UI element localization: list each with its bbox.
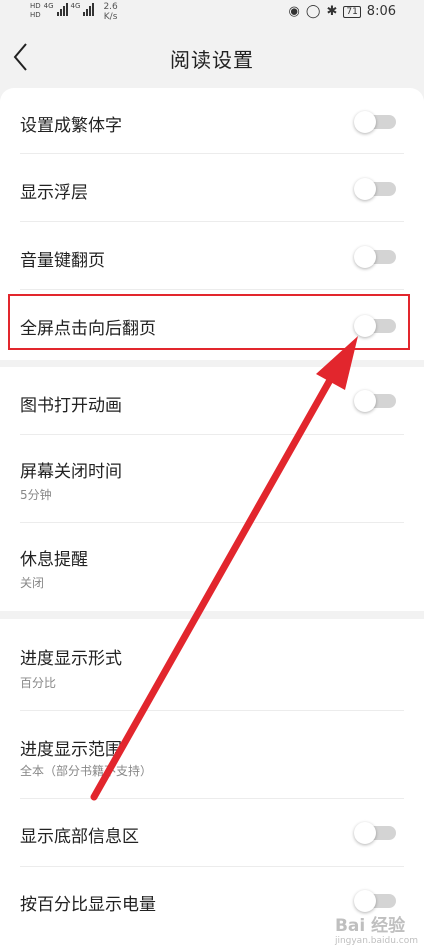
setting-row-overlay[interactable]: 显示浮层 (0, 154, 424, 222)
setting-label: 显示底部信息区 (20, 827, 139, 847)
setting-label: 全屏点击向后翻页 (20, 319, 156, 339)
network-speed: 2.6 K/s (103, 2, 118, 22)
setting-label: 进度显示范围 (20, 740, 122, 760)
page-title: 阅读设置 (170, 48, 254, 72)
toggle-switch[interactable] (354, 390, 396, 412)
status-bar: HD HD 4G 4G 2.6 K/s ◉ ◯ ✱ 71 8:06 (0, 0, 424, 26)
setting-label: 显示浮层 (20, 183, 88, 203)
setting-label: 休息提醒 (20, 550, 88, 570)
setting-row-progress-range[interactable]: 进度显示范围 全本（部分书籍不支持） (0, 711, 424, 799)
setting-row-progress-format[interactable]: 进度显示形式 百分比 (0, 619, 424, 711)
toggle-switch[interactable] (354, 315, 396, 337)
setting-row-traditional[interactable]: 设置成繁体字 (0, 88, 424, 154)
settings-group-3: 进度显示形式 百分比 进度显示范围 全本（部分书籍不支持） 显示底部信息区 按百… (0, 619, 424, 950)
watermark-url: jingyan.baidu.com (334, 936, 418, 946)
setting-row-bottom-info[interactable]: 显示底部信息区 (0, 799, 424, 867)
setting-value: 全本（部分书籍不支持） (20, 764, 153, 778)
toggle-switch[interactable] (354, 246, 396, 268)
hd-badge-2: HD (30, 11, 41, 19)
setting-label: 音量键翻页 (20, 251, 105, 271)
alarm-icon: ◯ (305, 4, 321, 19)
setting-row-fullscreen-tap[interactable]: 全屏点击向后翻页 (0, 290, 424, 360)
hd-badge-1: HD (30, 2, 41, 10)
bluetooth-icon: ✱ (326, 4, 338, 19)
toggle-switch[interactable] (354, 890, 396, 912)
network-type-2: 4G (70, 2, 81, 10)
clock-time: 8:06 (366, 4, 396, 19)
setting-label: 屏幕关闭时间 (20, 462, 122, 482)
setting-row-volume-key[interactable]: 音量键翻页 (0, 222, 424, 290)
status-right: ◉ ◯ ✱ 71 8:06 (289, 4, 396, 19)
signal-icon-2 (83, 2, 95, 16)
setting-value: 关闭 (20, 576, 45, 590)
network-type-1: 4G (43, 2, 54, 10)
eye-icon: ◉ (288, 4, 300, 19)
setting-label: 设置成繁体字 (20, 116, 122, 136)
setting-label: 进度显示形式 (20, 649, 122, 669)
battery-icon: 71 (343, 5, 361, 18)
setting-row-screen-timeout[interactable]: 屏幕关闭时间 5分钟 (0, 435, 424, 523)
signal-icon-1 (56, 2, 68, 16)
setting-value: 5分钟 (20, 488, 52, 502)
setting-label: 图书打开动画 (20, 396, 122, 416)
setting-label: 按百分比显示电量 (20, 895, 156, 915)
toggle-switch[interactable] (354, 822, 396, 844)
settings-group-1: 设置成繁体字 显示浮层 音量键翻页 全屏点击向后翻页 (0, 88, 424, 360)
status-left: HD HD 4G 4G 2.6 K/s (30, 2, 118, 22)
setting-row-rest-reminder[interactable]: 休息提醒 关闭 (0, 523, 424, 611)
watermark: Bai 经验 jingyan.baidu.com (335, 911, 418, 946)
toggle-switch[interactable] (354, 111, 396, 133)
watermark-brand: Bai 经验 (334, 916, 406, 936)
settings-group-2: 图书打开动画 屏幕关闭时间 5分钟 休息提醒 关闭 (0, 367, 424, 611)
app-header: 阅读设置 (0, 26, 424, 92)
setting-value: 百分比 (20, 676, 57, 690)
setting-row-open-animation[interactable]: 图书打开动画 (0, 367, 424, 435)
toggle-switch[interactable] (354, 178, 396, 200)
